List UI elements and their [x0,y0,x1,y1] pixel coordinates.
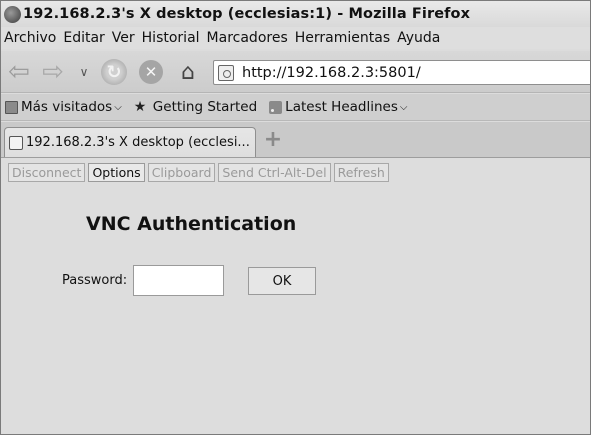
password-label: Password: [62,273,128,288]
tab-bar: 192.168.2.3's X desktop (ecclesi... + [1,122,590,158]
clipboard-button[interactable]: Clipboard [147,163,216,182]
password-field[interactable] [133,265,224,296]
url-text[interactable]: http://192.168.2.3:5801/ [242,65,421,81]
vnc-applet-toolbar: Disconnect Options Clipboard Send Ctrl-A… [8,163,392,182]
firefox-app-icon [4,5,21,23]
tab-label: 192.168.2.3's X desktop (ecclesi... [26,135,250,150]
bookmark-label: Más visitados [21,99,113,115]
refresh-button[interactable]: Refresh [333,163,389,182]
menu-editar[interactable]: Editar [63,30,104,46]
url-bar[interactable]: http://192.168.2.3:5801/ [213,60,590,85]
firefox-icon: ★ [133,98,147,115]
disconnect-button[interactable]: Disconnect [8,163,86,182]
rss-icon [269,100,283,114]
bookmark-latest-headlines[interactable]: Latest Headlines ⌵ [269,99,407,115]
tab-vnc-desktop[interactable]: 192.168.2.3's X desktop (ecclesi... [4,127,256,157]
send-ctrl-alt-del-button[interactable]: Send Ctrl-Alt-Del [218,163,331,182]
page-content: Disconnect Options Clipboard Send Ctrl-A… [1,158,590,434]
history-dropdown-icon[interactable]: ∨ [76,59,92,85]
options-button[interactable]: Options [88,163,145,182]
new-tab-plus-icon[interactable]: + [263,129,283,151]
stop-icon[interactable]: ✕ [139,60,163,84]
reload-icon[interactable]: ↻ [101,59,127,85]
ok-button[interactable]: OK [248,267,316,295]
menu-ver[interactable]: Ver [112,30,135,46]
navigation-toolbar: ⇦ ⇨ ∨ ↻ ✕ ⌂ http://192.168.2.3:5801/ [1,51,590,93]
home-icon[interactable]: ⌂ [175,59,201,85]
bookmark-mas-visitados[interactable]: Más visitados ⌵ [5,99,122,115]
menu-marcadores[interactable]: Marcadores [207,30,288,46]
menu-historial[interactable]: Historial [142,30,200,46]
folder-icon [5,100,18,114]
bookmark-getting-started[interactable]: ★ Getting Started [134,99,257,115]
title-bar: 192.168.2.3's X desktop (ecclesias:1) - … [1,1,590,27]
forward-arrow-icon[interactable]: ⇨ [39,59,67,85]
site-identity-icon[interactable] [218,64,234,81]
menu-archivo[interactable]: Archivo [4,30,56,46]
bookmarks-toolbar: Más visitados ⌵ ★ Getting Started Latest… [1,94,590,121]
menu-ayuda[interactable]: Ayuda [397,30,440,46]
page-title: VNC Authentication [86,213,297,235]
page-icon [9,135,23,150]
chevron-down-icon: ⌵ [114,101,122,113]
chevron-down-icon: ⌵ [399,101,408,113]
bookmark-label: Getting Started [152,99,258,115]
window-title: 192.168.2.3's X desktop (ecclesias:1) - … [23,6,471,22]
bookmark-label: Latest Headlines [285,99,398,115]
menu-bar: Archivo Editar Ver Historial Marcadores … [1,27,590,49]
browser-window: 192.168.2.3's X desktop (ecclesias:1) - … [0,0,591,435]
back-arrow-icon[interactable]: ⇦ [5,59,33,85]
menu-herramientas[interactable]: Herramientas [295,30,390,46]
